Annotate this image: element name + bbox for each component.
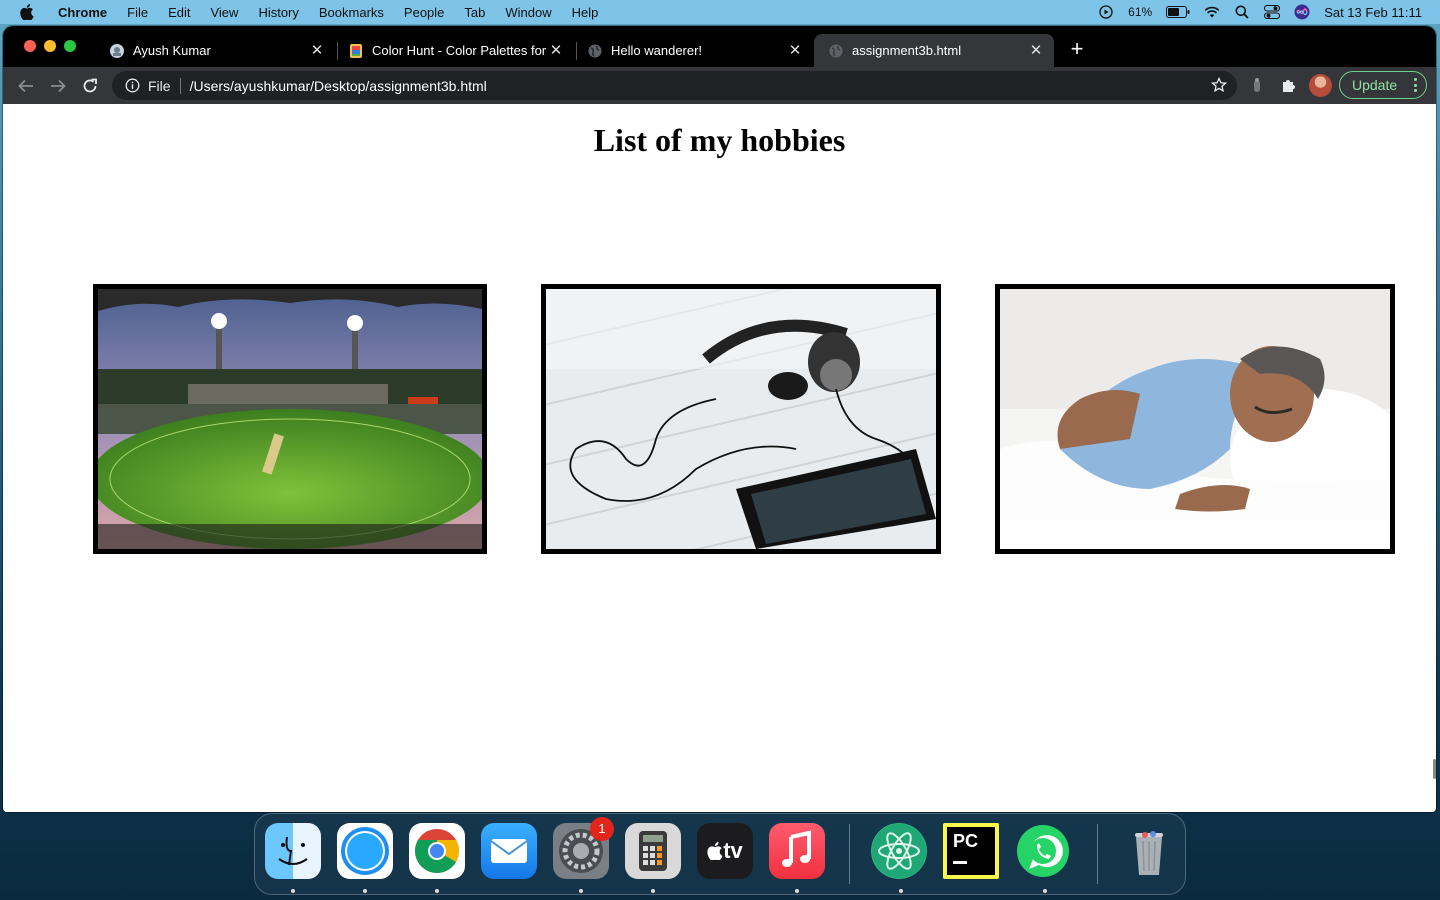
menu-window[interactable]: Window <box>505 5 551 20</box>
tab-title: Hello wanderer! <box>611 43 703 58</box>
update-button-label: Update <box>1352 77 1398 93</box>
tab-color-hunt[interactable]: Color Hunt - Color Palettes for ✕ <box>334 34 574 67</box>
minimize-window-button[interactable] <box>44 40 56 52</box>
pycharm-icon[interactable]: PC <box>943 823 999 879</box>
dock-separator <box>849 824 850 884</box>
calculator-icon[interactable] <box>625 823 681 879</box>
address-bar[interactable]: File /Users/ayushkumar/Desktop/assignmen… <box>112 71 1237 100</box>
trash-icon[interactable] <box>1121 823 1177 879</box>
tab-assignment3b[interactable]: assignment3b.html ✕ <box>814 34 1054 67</box>
spotlight-search-icon[interactable] <box>1234 4 1250 20</box>
tab-close-icon[interactable]: ✕ <box>787 42 803 59</box>
tab-strip: Ayush Kumar ✕ Color Hunt - Color Palette… <box>3 26 1436 67</box>
apple-tv-label: tv <box>723 838 743 863</box>
pycharm-label: PC <box>953 831 979 851</box>
tab-close-icon[interactable]: ✕ <box>548 42 564 59</box>
sleeping-man-image <box>995 284 1395 554</box>
chrome-icon[interactable] <box>409 823 465 879</box>
scrollbar-thumb[interactable] <box>1433 759 1436 779</box>
menu-history[interactable]: History <box>258 5 298 20</box>
control-center-icon[interactable] <box>1264 4 1281 20</box>
tab-close-icon[interactable]: ✕ <box>1028 42 1044 59</box>
notification-badge: 1 <box>590 817 614 841</box>
url-scheme-label: File <box>148 77 171 94</box>
tab-title: Color Hunt - Color Palettes for <box>372 43 547 58</box>
menu-app-chrome[interactable]: Chrome <box>58 5 107 20</box>
apple-tv-icon[interactable]: tv <box>697 823 753 879</box>
cricket-stadium-image <box>93 284 487 554</box>
siri-icon[interactable] <box>1294 4 1310 20</box>
menu-people[interactable]: People <box>404 5 444 20</box>
headphones-phone-image <box>541 284 941 554</box>
more-menu-icon[interactable] <box>1413 78 1417 92</box>
running-indicator <box>899 889 903 893</box>
menu-bar: Chrome File Edit View History Bookmarks … <box>0 0 1440 24</box>
forward-arrow-icon[interactable] <box>47 75 69 97</box>
tab-title: assignment3b.html <box>852 43 962 58</box>
url-text[interactable]: /Users/ayushkumar/Desktop/assignment3b.h… <box>190 78 487 94</box>
address-divider <box>179 77 181 94</box>
info-icon[interactable] <box>124 78 140 94</box>
dock-separator <box>1097 824 1098 884</box>
extension-icon[interactable] <box>1248 76 1266 94</box>
battery-percentage: 61% <box>1128 5 1153 19</box>
menu-view[interactable]: View <box>210 5 238 20</box>
safari-icon[interactable] <box>337 823 393 879</box>
window-controls <box>24 40 76 52</box>
apple-logo-icon[interactable] <box>20 4 38 20</box>
reload-icon[interactable] <box>79 75 101 97</box>
tab-title: Ayush Kumar <box>133 43 211 58</box>
tab-ayush-kumar[interactable]: Ayush Kumar ✕ <box>95 34 335 67</box>
running-indicator <box>435 889 439 893</box>
running-indicator <box>579 889 583 893</box>
running-indicator <box>291 889 295 893</box>
back-arrow-icon[interactable] <box>15 75 37 97</box>
wifi-icon[interactable] <box>1204 4 1220 20</box>
running-indicator <box>795 889 799 893</box>
zoom-window-button[interactable] <box>64 40 76 52</box>
screen-recording-icon[interactable] <box>1098 4 1114 20</box>
globe-favicon-icon <box>587 43 603 59</box>
whatsapp-icon[interactable] <box>1015 823 1071 879</box>
menu-tab[interactable]: Tab <box>464 5 485 20</box>
menu-bookmarks[interactable]: Bookmarks <box>319 5 384 20</box>
menu-help[interactable]: Help <box>572 5 599 20</box>
atom-icon[interactable] <box>871 823 927 879</box>
tab-hello-wanderer[interactable]: Hello wanderer! ✕ <box>573 34 813 67</box>
new-tab-button[interactable]: + <box>1066 38 1088 60</box>
running-indicator <box>1043 889 1047 893</box>
globe-favicon-icon <box>828 43 844 59</box>
color-hunt-favicon-icon <box>348 43 364 59</box>
page-heading: List of my hobbies <box>593 122 846 158</box>
menu-file[interactable]: File <box>127 5 148 20</box>
extensions-puzzle-icon[interactable] <box>1280 76 1298 94</box>
profile-avatar[interactable] <box>1309 74 1332 97</box>
github-favicon-icon <box>109 43 125 59</box>
running-indicator <box>363 889 367 893</box>
browser-window: Ayush Kumar ✕ Color Hunt - Color Palette… <box>3 26 1436 812</box>
mail-icon[interactable] <box>481 823 537 879</box>
music-icon[interactable] <box>769 823 825 879</box>
browser-toolbar: File /Users/ayushkumar/Desktop/assignmen… <box>3 67 1436 104</box>
tab-close-icon[interactable]: ✕ <box>309 42 325 59</box>
dock: 1 tv PC <box>254 813 1186 895</box>
battery-icon[interactable] <box>1166 4 1190 20</box>
finder-icon[interactable] <box>265 823 321 879</box>
running-indicator <box>651 889 655 893</box>
bookmark-star-icon[interactable] <box>1210 76 1228 93</box>
close-window-button[interactable] <box>24 40 36 52</box>
update-button[interactable]: Update <box>1339 71 1427 99</box>
page-viewport: List of my hobbies <box>3 104 1436 812</box>
menubar-clock[interactable]: Sat 13 Feb 11:11 <box>1324 5 1422 20</box>
menu-edit[interactable]: Edit <box>168 5 190 20</box>
